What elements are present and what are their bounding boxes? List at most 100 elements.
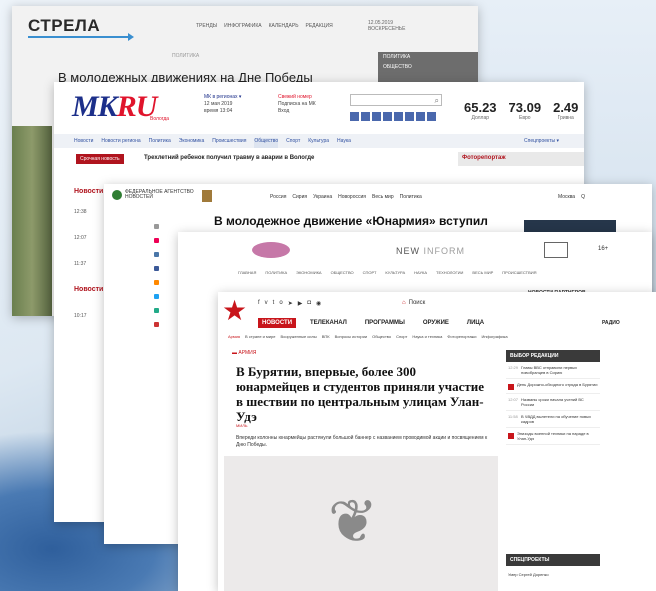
location-link[interactable]: Москва bbox=[558, 194, 575, 200]
fan-nav-item[interactable]: Россия bbox=[270, 194, 286, 200]
star-logo-icon[interactable]: ★ bbox=[222, 296, 247, 326]
search-label[interactable]: Поиск bbox=[409, 300, 426, 306]
mk-nav-item[interactable]: Культура bbox=[308, 138, 329, 148]
feed-item[interactable]: День Дорожно-обходного отряда в Бурятии bbox=[506, 379, 600, 394]
side-item[interactable]: ОБЩЕСТВО bbox=[378, 62, 478, 72]
mk-logo[interactable]: MKRU bbox=[72, 90, 157, 124]
telegram-icon[interactable]: ➤ bbox=[288, 300, 293, 307]
social-icon[interactable] bbox=[350, 112, 359, 121]
ni-nav-item[interactable]: ГЛАВНАЯ bbox=[238, 270, 256, 275]
news-section-title[interactable]: Новости bbox=[74, 188, 103, 195]
side-item[interactable]: ПОЛИТИКА bbox=[378, 52, 478, 62]
fan-nav-item[interactable]: Украина bbox=[313, 194, 332, 200]
feed-text[interactable]: День Дорожно-обходного отряда в Бурятии bbox=[517, 382, 598, 390]
feed-text[interactable]: В ЧВДД вылетели на обучение новых кадров bbox=[521, 414, 598, 424]
zvezda-search[interactable]: ⌂ Поиск bbox=[402, 300, 425, 306]
comment-icon[interactable] bbox=[153, 224, 159, 229]
ni-nav-item[interactable]: КУЛЬТУРА bbox=[385, 270, 405, 275]
fan-nav-item[interactable]: Сирия bbox=[292, 194, 307, 200]
specprojects-menu[interactable]: Спецпроекты ▾ bbox=[524, 138, 559, 144]
strela-rubric[interactable]: ПОЛИТИКА bbox=[172, 53, 199, 59]
ni-nav-item[interactable]: ЭКОНОМИКА bbox=[296, 270, 321, 275]
ni-nav-item[interactable]: НАУКА bbox=[414, 270, 427, 275]
ni-nav-item[interactable]: СПОРТ bbox=[363, 270, 377, 275]
mk-nav-item-active[interactable]: Общество bbox=[254, 138, 279, 148]
mk-nav-item[interactable]: Экономика bbox=[179, 138, 204, 148]
fan-nav-item[interactable]: Политика bbox=[400, 194, 422, 200]
youtube-icon[interactable]: ▶ bbox=[298, 300, 303, 307]
mk-search-input[interactable]: ⌕ bbox=[350, 94, 442, 106]
heart-icon[interactable] bbox=[153, 238, 159, 243]
calendar-icon[interactable] bbox=[544, 242, 568, 258]
feed-item[interactable]: 11:58 В ЧВДД вылетели на обучение новых к… bbox=[506, 411, 600, 428]
strela-logo[interactable]: СТРЕЛА bbox=[28, 16, 100, 36]
fan-headline[interactable]: В молодежное движение «Юнармия» вступил bbox=[214, 214, 488, 228]
partner-logo[interactable] bbox=[252, 242, 290, 258]
social-icon[interactable] bbox=[361, 112, 370, 121]
facebook-icon[interactable] bbox=[153, 266, 159, 271]
bookmark-icon[interactable] bbox=[153, 322, 159, 327]
feed-item[interactable]: 12:29 Главы ВВС отправили первых новобран… bbox=[506, 362, 600, 379]
mk-nav-item[interactable]: Новости bbox=[74, 138, 93, 148]
zv-subnav-item[interactable]: Инфографика bbox=[481, 334, 507, 339]
zv-nav-item[interactable]: ТЕЛЕКАНАЛ bbox=[306, 318, 351, 328]
specprojects-title[interactable]: СПЕЦПРОЕКТЫ bbox=[506, 554, 600, 566]
subscribe-link[interactable]: Подписка на МК bbox=[278, 101, 340, 108]
ni-nav-item[interactable]: ПОЛИТИКА bbox=[265, 270, 287, 275]
social-icon[interactable] bbox=[394, 112, 403, 121]
search-icon[interactable]: ⌕ bbox=[435, 96, 439, 106]
mk-nav-item[interactable]: Новости региона bbox=[101, 138, 140, 148]
photoreport-title[interactable]: Фоторепортаж bbox=[458, 152, 584, 164]
instagram-icon[interactable]: ◘ bbox=[307, 300, 311, 307]
social-icon[interactable] bbox=[416, 112, 425, 121]
regions-link[interactable]: МК в регионах ▾ bbox=[204, 94, 264, 101]
radio-link[interactable]: РАДИО bbox=[602, 320, 620, 326]
strela-nav-item[interactable]: КАЛЕНДАРЬ bbox=[269, 23, 299, 29]
ok-icon[interactable]: o bbox=[279, 300, 282, 307]
fan-nav-item[interactable]: Новороссия bbox=[338, 194, 366, 200]
twitter-icon[interactable] bbox=[153, 294, 159, 299]
feed-item[interactable]: 12:07 Названы сроки начала учений ВС Росс… bbox=[506, 394, 600, 411]
fresh-issue-link[interactable]: Свежий номер bbox=[278, 94, 340, 101]
zv-nav-item[interactable]: ПРОГРАММЫ bbox=[361, 318, 409, 328]
section-label[interactable]: ▬ АРМИЯ bbox=[232, 350, 256, 356]
news-section-title-2[interactable]: Новости bbox=[74, 286, 104, 294]
social-icon[interactable] bbox=[372, 112, 381, 121]
zv-subnav-item[interactable]: Фоторепортажи bbox=[447, 334, 476, 339]
zv-subnav-item[interactable]: Вопросы истории bbox=[335, 334, 367, 339]
feed-text[interactable]: Эпизоды военной техники на параде в Улан… bbox=[517, 431, 598, 441]
strela-nav-item[interactable]: ТРЕНДЫ bbox=[196, 23, 217, 29]
ni-nav-item[interactable]: ВЕСЬ МИР bbox=[472, 270, 493, 275]
urgent-news-link[interactable]: Трехлетний ребенок получил травму в авар… bbox=[144, 155, 314, 161]
search-icon[interactable]: Q bbox=[581, 194, 585, 200]
vk-icon[interactable]: v bbox=[265, 300, 268, 307]
mk-nav-item[interactable]: Политика bbox=[149, 138, 171, 148]
specproject-item[interactable]: Умер Сергей Доренко bbox=[508, 572, 549, 577]
facebook-icon[interactable]: f bbox=[258, 300, 260, 307]
mk-nav-item[interactable]: Спорт bbox=[286, 138, 300, 148]
feed-item[interactable]: Эпизоды военной техники на параде в Улан… bbox=[506, 428, 600, 445]
copy-icon[interactable] bbox=[153, 308, 159, 313]
mk-nav-item[interactable]: Наука bbox=[337, 138, 351, 148]
fan-logo[interactable]: ФЕДЕРАЛЬНОЕ АГЕНТСТВО НОВОСТЕЙ bbox=[112, 190, 195, 200]
zv-subnav-item[interactable]: В стране и мире bbox=[245, 334, 275, 339]
ok-icon[interactable] bbox=[153, 280, 159, 285]
ni-nav-item[interactable]: ОБЩЕСТВО bbox=[331, 270, 354, 275]
strela-nav-item[interactable]: РЕДАКЦИЯ bbox=[306, 23, 333, 29]
zv-nav-item[interactable]: ОРУЖИЕ bbox=[419, 318, 453, 328]
zv-subnav-item[interactable]: ВПК bbox=[322, 334, 330, 339]
social-icon[interactable] bbox=[383, 112, 392, 121]
mk-nav-item[interactable]: Происшествия bbox=[212, 138, 246, 148]
social-icon[interactable] bbox=[427, 112, 436, 121]
zv-nav-item[interactable]: ЛИЦА bbox=[463, 318, 488, 328]
feed-text[interactable]: Названы сроки начала учений ВС России bbox=[521, 397, 598, 407]
feed-text[interactable]: Главы ВВС отправили первых новобранцев в… bbox=[521, 365, 598, 375]
ni-nav-item[interactable]: ТЕХНОЛОГИИ bbox=[436, 270, 463, 275]
zv-subnav-item[interactable]: Вооруженные силы bbox=[280, 334, 316, 339]
twitter-icon[interactable]: t bbox=[273, 300, 275, 307]
ni-nav-item[interactable]: ПРОИСШЕСТВИЯ bbox=[502, 270, 536, 275]
zv-subnav-item[interactable]: Наука и техника bbox=[412, 334, 442, 339]
zv-nav-item-active[interactable]: НОВОСТИ bbox=[258, 318, 297, 328]
newinform-logo[interactable]: NEW INFORM bbox=[396, 246, 465, 256]
social-icon[interactable] bbox=[405, 112, 414, 121]
